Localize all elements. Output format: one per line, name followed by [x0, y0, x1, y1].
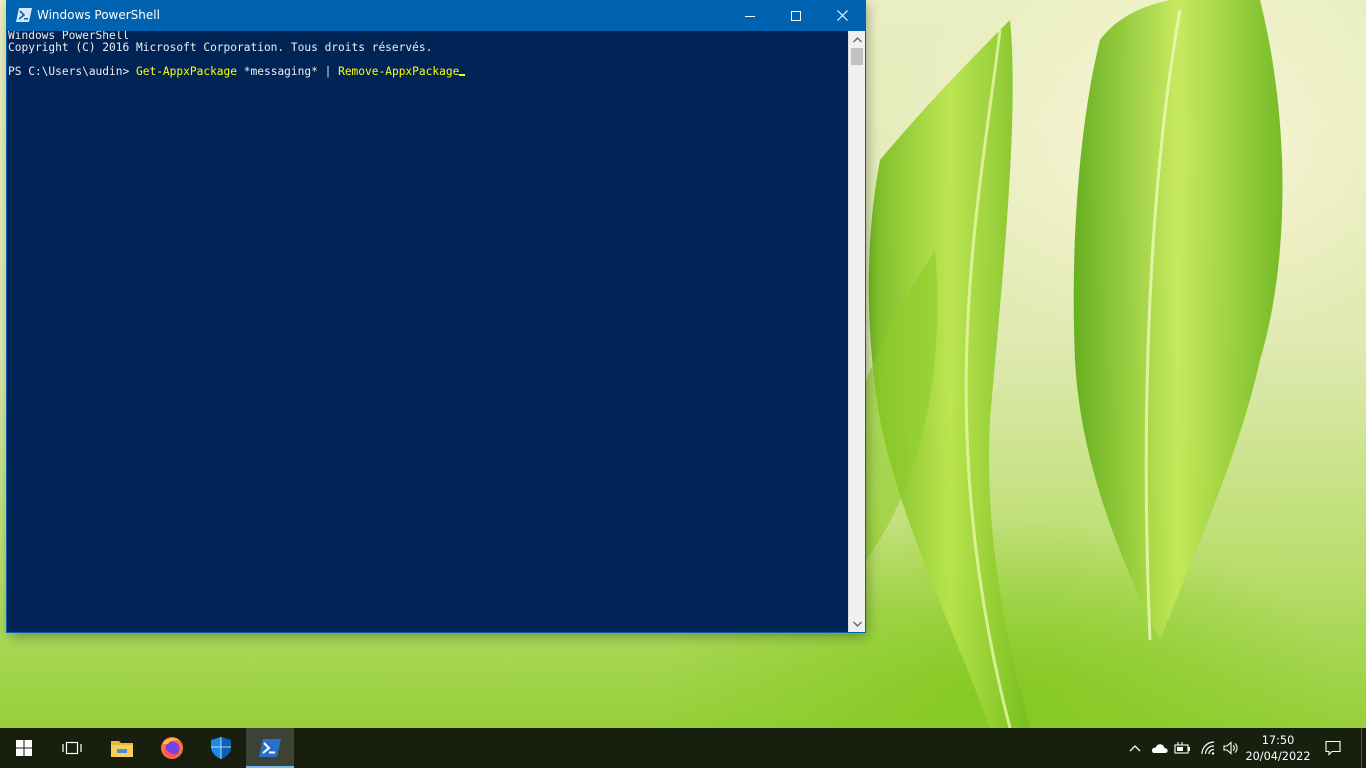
volume-tray-button[interactable]	[1222, 740, 1240, 756]
console-line: Copyright (C) 2016 Microsoft Corporation…	[8, 41, 433, 54]
shield-icon	[211, 737, 231, 759]
chevron-up-icon	[1129, 745, 1141, 752]
command-line[interactable]: PS C:\Users\audin> Get-AppxPackage *mess…	[8, 65, 466, 78]
powershell-window[interactable]: Windows PowerShell Windows PowerShell Co…	[7, 0, 865, 632]
action-center-button[interactable]	[1320, 728, 1346, 768]
command-name: Remove-AppxPackage	[338, 65, 460, 78]
vertical-scrollbar[interactable]	[848, 31, 865, 632]
file-explorer-button[interactable]	[98, 728, 146, 768]
prompt: PS C:\Users\audin>	[8, 65, 136, 78]
command-name: Get-AppxPackage	[135, 65, 238, 78]
clock-time: 17:50	[1261, 734, 1295, 747]
text-cursor	[459, 74, 466, 76]
onedrive-cloud-icon	[1151, 744, 1168, 753]
scroll-down-button[interactable]	[849, 615, 865, 632]
minimize-button[interactable]	[727, 0, 773, 31]
onedrive-tray-button[interactable]	[1150, 740, 1168, 756]
scroll-up-button[interactable]	[849, 31, 865, 48]
network-tray-button[interactable]	[1199, 740, 1217, 756]
close-icon	[836, 10, 848, 21]
show-desktop-button[interactable]	[1361, 728, 1366, 768]
chevron-up-icon	[852, 36, 862, 42]
powershell-taskbar-button[interactable]	[246, 728, 294, 768]
folder-icon	[111, 741, 133, 757]
scroll-thumb[interactable]	[851, 48, 863, 65]
title-bar[interactable]: Windows PowerShell	[7, 0, 865, 31]
volume-icon	[1223, 741, 1238, 755]
power-plug-icon	[1174, 742, 1190, 754]
task-view-icon	[62, 741, 82, 755]
desktop: Windows PowerShell Windows PowerShell Co…	[0, 0, 1366, 768]
console-output[interactable]: Windows PowerShell Copyright (C) 2016 Mi…	[7, 31, 848, 632]
show-hidden-icons-button[interactable]	[1126, 740, 1144, 756]
task-view-button[interactable]	[48, 728, 96, 768]
start-button[interactable]	[0, 728, 48, 768]
chevron-down-icon	[852, 621, 862, 627]
windows-security-button[interactable]	[197, 728, 245, 768]
command-arguments: *messaging* |	[237, 65, 339, 78]
powershell-icon	[16, 8, 32, 22]
wifi-icon	[1201, 741, 1215, 755]
notifications-icon	[1325, 740, 1341, 756]
windows-logo-icon	[16, 740, 32, 756]
taskbar: 17:50 20/04/2022	[0, 728, 1366, 768]
maximize-icon	[791, 10, 801, 21]
maximize-button[interactable]	[773, 0, 819, 31]
firefox-button[interactable]	[148, 728, 196, 768]
firefox-icon	[161, 737, 183, 759]
close-button[interactable]	[819, 0, 865, 31]
window-title: Windows PowerShell	[37, 8, 160, 22]
power-tray-button[interactable]	[1174, 740, 1192, 756]
clock-date: 20/04/2022	[1245, 750, 1311, 763]
powershell-icon	[259, 739, 281, 757]
clock-button[interactable]: 17:50 20/04/2022	[1244, 731, 1312, 765]
minimize-icon	[745, 15, 755, 17]
